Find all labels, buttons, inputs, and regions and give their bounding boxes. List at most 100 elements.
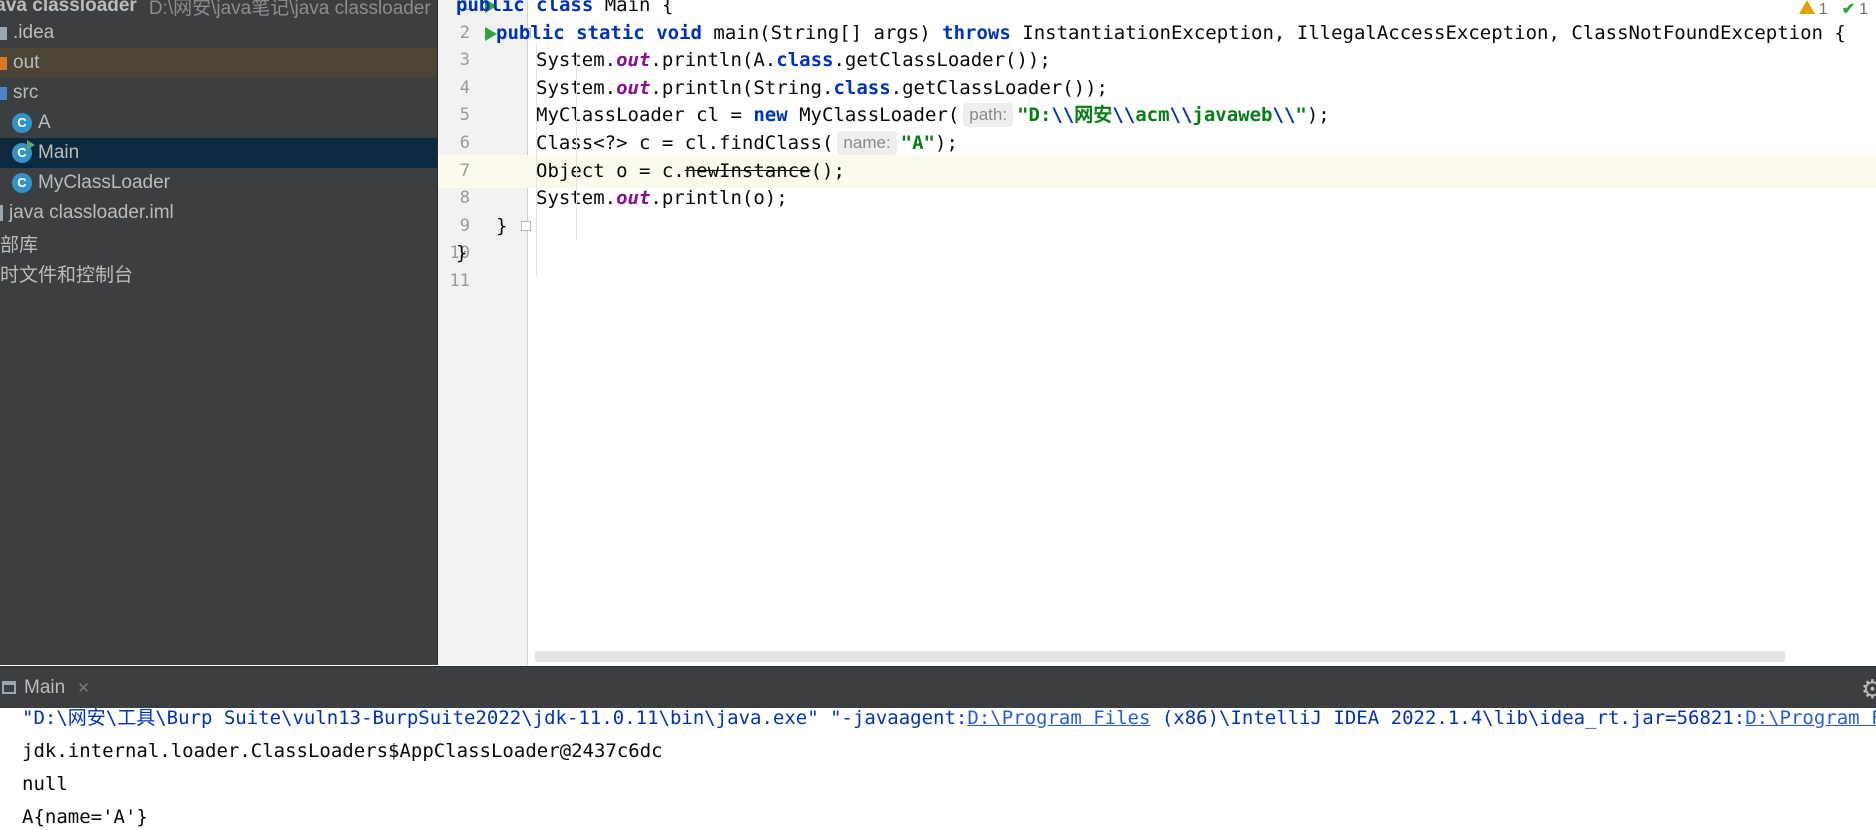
- code-token: \\: [1112, 104, 1136, 127]
- warning-indicator[interactable]: 1: [1798, 0, 1828, 19]
- code-token: public: [456, 0, 525, 16]
- run-badge-icon: [27, 140, 35, 150]
- tree-item-a[interactable]: CA: [0, 108, 437, 138]
- code-token: "D:: [1017, 104, 1052, 127]
- module-file-icon: [0, 205, 3, 221]
- tree-item-myclassloader[interactable]: C MyClassLoader: [0, 168, 437, 198]
- tree-item-label: src: [13, 82, 39, 103]
- code-token: .getClassLoader());: [890, 76, 1108, 99]
- console-text: A{name='A'}: [22, 806, 148, 828]
- console-text: null: [22, 773, 68, 795]
- console-text: (x86)\IntelliJ IDEA 2022.1.4\lib\idea_rt…: [1150, 708, 1746, 729]
- code-token: static: [576, 21, 645, 44]
- project-root-label: java classloader: [0, 0, 137, 16]
- tree-item-label: 时文件和控制台: [0, 264, 134, 286]
- tree-item-label: 部库: [0, 234, 39, 256]
- code-token: class: [833, 76, 891, 99]
- code-token: new: [753, 104, 788, 127]
- run-tab-label: Main: [24, 676, 66, 698]
- code-token: );: [1306, 104, 1330, 127]
- tree-item-[interactable]: 部库: [0, 228, 437, 258]
- warning-icon: [1798, 0, 1815, 14]
- code-token: javaweb: [1192, 104, 1273, 127]
- code-token: );: [935, 132, 958, 154]
- code-token: throws: [942, 21, 1011, 44]
- class-icon: C: [12, 173, 32, 193]
- project-tool-window: java classloader D:\网安\java笔记\java class…: [0, 0, 438, 665]
- console-text: jdk.internal.loader.ClassLoaders$AppClas…: [22, 740, 663, 762]
- tree-item-java-classloader-iml[interactable]: java classloader.iml: [0, 198, 437, 228]
- code-token: newInstance: [684, 159, 811, 182]
- code-token: "A": [900, 132, 935, 154]
- code-editor[interactable]: 1 public class Main {2 public static void …: [438, 0, 1876, 665]
- runnable-class-icon: C: [12, 140, 35, 163]
- console-line: "D:\网安\工具\Burp Suite\vuln13-BurpSuite202…: [22, 708, 1876, 735]
- code-token: acm: [1135, 104, 1170, 127]
- close-icon[interactable]: ✕: [77, 679, 90, 697]
- tree-item-idea[interactable]: .idea: [0, 18, 437, 48]
- class-icon: C: [12, 113, 32, 133]
- run-tab-main[interactable]: Main ✕: [0, 667, 90, 708]
- console-line: null: [22, 768, 68, 801]
- tree-item-label: A: [38, 112, 51, 133]
- code-token: Object o = c.: [536, 159, 685, 182]
- tree-item-label: java classloader.iml: [9, 202, 174, 223]
- tree-item-[interactable]: 时文件和控制台: [0, 258, 437, 288]
- inspection-widget[interactable]: 1 ✔ 1: [1798, 0, 1868, 19]
- code-token: .println(o);: [650, 187, 788, 210]
- code-token: \\: [1169, 104, 1193, 127]
- ok-indicator[interactable]: ✔ 1: [1842, 0, 1868, 19]
- code-token: out: [616, 49, 651, 72]
- gear-icon[interactable]: ⚙: [1861, 674, 1876, 705]
- tree-item-out[interactable]: out: [0, 48, 437, 78]
- code-token: MyClassLoader(: [787, 104, 960, 127]
- code-token: MyClassLoader cl =: [536, 104, 754, 127]
- code-token: \\: [1051, 104, 1075, 127]
- tree-item-src[interactable]: src: [0, 78, 437, 108]
- check-icon: ✔: [1841, 1, 1856, 18]
- tree-item-label: MyClassLoader: [38, 172, 170, 193]
- code-token: ();: [810, 159, 845, 182]
- code-token: out: [616, 187, 651, 210]
- tree-item-main[interactable]: C Main: [0, 138, 437, 168]
- code-token: public: [496, 21, 565, 44]
- console-path-link[interactable]: D:\Program Files: [967, 708, 1150, 729]
- parameter-hint: name:: [837, 131, 897, 155]
- console-line: A{name='A'}: [22, 801, 148, 830]
- tree-item-label: out: [13, 52, 40, 73]
- folder-icon: [0, 56, 7, 70]
- code-token: 网安: [1074, 104, 1113, 127]
- code-token: class: [776, 49, 834, 72]
- code-token: .getClassLoader());: [833, 49, 1051, 72]
- run-tool-window-header: Main ✕ ⚙: [0, 666, 1876, 708]
- run-console[interactable]: "D:\网安\工具\Burp Suite\vuln13-BurpSuite202…: [0, 708, 1876, 830]
- horizontal-scrollbar[interactable]: [535, 651, 1785, 662]
- code-token: .println(String.: [650, 76, 834, 99]
- code-token: }: [496, 214, 508, 237]
- code-line[interactable]: 11: [438, 265, 1876, 298]
- line-number: 11: [449, 271, 470, 291]
- code-token: \\: [1272, 104, 1296, 127]
- code-token: .println(A.: [650, 49, 777, 72]
- folder-icon: [0, 26, 7, 40]
- run-config-icon: [2, 681, 16, 694]
- code-token: Class<?> c = cl.findClass(: [536, 132, 834, 154]
- ok-count: 1: [1859, 1, 1868, 18]
- folder-icon: [0, 86, 7, 100]
- indent-guide: [536, 44, 537, 276]
- console-path-link[interactable]: D:\Program Files: [1745, 708, 1876, 729]
- tree-item-label: .idea: [13, 22, 55, 43]
- fold-icon[interactable]: [521, 220, 531, 231]
- code-token: out: [616, 76, 651, 99]
- code-token: void: [656, 21, 702, 44]
- console-line: jdk.internal.loader.ClassLoaders$AppClas…: [22, 735, 663, 768]
- indent-guide: [576, 54, 577, 240]
- code-token: main(String[] args): [701, 21, 943, 44]
- code-token: }: [456, 242, 468, 265]
- parameter-hint: path:: [963, 103, 1014, 128]
- code-token: class: [536, 0, 594, 16]
- console-text: "D:\网安\工具\Burp Suite\vuln13-BurpSuite202…: [22, 708, 968, 729]
- project-root-path: D:\网安\java笔记\java classloader: [148, 0, 431, 19]
- tree-item-label: Main: [38, 142, 80, 163]
